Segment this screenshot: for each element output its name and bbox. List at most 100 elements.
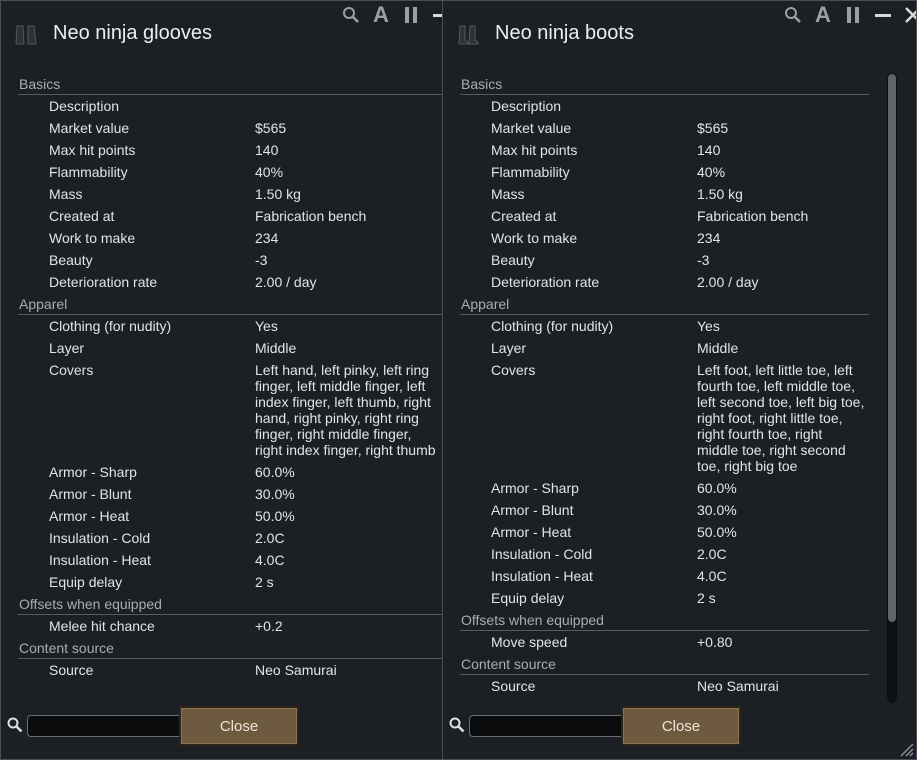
stat-row[interactable]: Move speed +0.80 (443, 631, 869, 653)
stat-row[interactable]: Deterioration rate 2.00 / day (1, 271, 442, 293)
pause-icon[interactable] (399, 3, 423, 27)
stat-label: Armor - Blunt (491, 502, 574, 518)
font-size-toggle[interactable]: A (369, 3, 393, 27)
stat-value: 2.0C (255, 530, 285, 546)
stat-value: Fabrication bench (697, 208, 809, 224)
stat-row[interactable]: Deterioration rate 2.00 / day (443, 271, 869, 293)
stat-row[interactable]: Insulation - Heat 4.0C (443, 565, 869, 587)
minimize-icon[interactable] (429, 3, 442, 27)
stat-value: Neo Samurai (255, 662, 337, 678)
stat-row[interactable]: Market value $565 (443, 117, 869, 139)
stat-label: Deterioration rate (49, 274, 158, 290)
pause-icon[interactable] (841, 3, 865, 27)
stat-row[interactable]: Clothing (for nudity) Yes (443, 315, 869, 337)
stat-label: Insulation - Heat (49, 552, 151, 568)
stat-row[interactable]: Source Neo Samurai (1, 659, 442, 681)
stat-row[interactable]: Created at Fabrication bench (1, 205, 442, 227)
stat-label: Source (49, 662, 94, 678)
stat-value: 50.0% (697, 524, 737, 540)
stat-row[interactable]: Source Neo Samurai (443, 675, 869, 697)
stat-value: 4.0C (697, 568, 727, 584)
stat-value: 1.50 kg (697, 186, 743, 202)
stat-row[interactable]: Armor - Heat 50.0% (443, 521, 869, 543)
info-window-boots: Neo ninja boots A Basics Description Marke… (442, 0, 917, 760)
stat-row[interactable]: Melee hit chance +0.2 (1, 615, 442, 637)
stat-value: 60.0% (697, 480, 737, 496)
stat-row[interactable]: Market value $565 (1, 117, 442, 139)
close-icon[interactable] (901, 3, 916, 27)
stats-list: Basics Description Market value $565 Max hit… (443, 73, 869, 697)
section-header: Basics (443, 73, 869, 95)
stat-value: 234 (697, 230, 721, 246)
stat-value: 140 (697, 142, 721, 158)
stat-label: Armor - Heat (49, 508, 130, 524)
stat-row[interactable]: Layer Middle (1, 337, 442, 359)
stat-row[interactable]: Armor - Heat 50.0% (1, 505, 442, 527)
stat-row[interactable]: Armor - Blunt 30.0% (443, 499, 869, 521)
stat-row[interactable]: Equip delay 2 s (443, 587, 869, 609)
search-icon[interactable] (339, 3, 363, 27)
stat-row[interactable]: Mass 1.50 kg (1, 183, 442, 205)
stat-row[interactable]: Clothing (for nudity) Yes (1, 315, 442, 337)
stat-row[interactable]: Mass 1.50 kg (443, 183, 869, 205)
stat-value: Fabrication bench (255, 208, 367, 224)
stat-label: Insulation - Cold (491, 546, 593, 562)
stat-row[interactable]: Covers Left hand, left pinky, left ring f… (1, 359, 442, 461)
stat-row[interactable]: Work to make 234 (443, 227, 869, 249)
stat-label: Insulation - Heat (491, 568, 593, 584)
stat-row[interactable]: Covers Left foot, left little toe, left f… (443, 359, 869, 477)
stat-label: Clothing (for nudity) (49, 318, 172, 334)
stat-row[interactable]: Layer Middle (443, 337, 869, 359)
stat-row[interactable]: Created at Fabrication bench (443, 205, 869, 227)
stat-value: Middle (255, 340, 297, 356)
font-size-toggle[interactable]: A (811, 3, 835, 27)
stat-row[interactable]: Beauty -3 (443, 249, 869, 271)
stat-row[interactable]: Insulation - Cold 2.0C (443, 543, 869, 565)
stat-row[interactable]: Flammability 40% (1, 161, 442, 183)
stat-row[interactable]: Max hit points 140 (1, 139, 442, 161)
stat-label: Armor - Sharp (49, 464, 137, 480)
stat-label: Max hit points (49, 142, 136, 158)
search-input[interactable] (469, 715, 629, 737)
stat-label: Created at (49, 208, 115, 224)
stat-value: 2 s (697, 590, 716, 606)
search-input[interactable] (27, 715, 187, 737)
stat-row[interactable]: Description (443, 95, 869, 117)
stat-row[interactable]: Description (1, 95, 442, 117)
stat-label: Layer (49, 340, 85, 356)
stat-value: 2 s (255, 574, 274, 590)
stat-row[interactable]: Armor - Blunt 30.0% (1, 483, 442, 505)
search-icon[interactable] (781, 3, 805, 27)
stat-label: Covers (491, 362, 536, 378)
stat-row[interactable]: Armor - Sharp 60.0% (443, 477, 869, 499)
stat-label: Max hit points (491, 142, 578, 158)
stat-label: Layer (491, 340, 527, 356)
resize-grip-icon[interactable] (898, 741, 914, 757)
close-button[interactable]: Close (621, 706, 741, 746)
stat-value: +0.2 (255, 618, 283, 634)
scrollbar-thumb[interactable] (888, 74, 896, 622)
close-button[interactable]: Close (179, 706, 299, 746)
stat-row[interactable]: Insulation - Cold 2.0C (1, 527, 442, 549)
stat-row[interactable]: Work to make 234 (1, 227, 442, 249)
stat-row[interactable]: Armor - Sharp 60.0% (1, 461, 442, 483)
stat-label: Move speed (491, 634, 568, 650)
stat-label: Mass (49, 186, 83, 202)
stat-row[interactable]: Equip delay 2 s (1, 571, 442, 593)
stat-label: Beauty (49, 252, 93, 268)
stat-label: Market value (49, 120, 130, 136)
stat-row[interactable]: Max hit points 140 (443, 139, 869, 161)
stat-row[interactable]: Flammability 40% (443, 161, 869, 183)
minimize-icon[interactable] (871, 3, 895, 27)
stat-label: Armor - Blunt (49, 486, 132, 502)
info-window-gloves: Neo ninja glooves A Basics Description Mar… (0, 0, 443, 760)
stat-value: 60.0% (255, 464, 295, 480)
stat-value: 2.00 / day (697, 274, 759, 290)
section-header: Offsets when equipped (1, 593, 442, 615)
stat-label: Flammability (49, 164, 128, 180)
stat-value: +0.80 (697, 634, 733, 650)
stat-label: Insulation - Cold (49, 530, 151, 546)
stat-row[interactable]: Insulation - Heat 4.0C (1, 549, 442, 571)
stat-row[interactable]: Beauty -3 (1, 249, 442, 271)
stat-value: $565 (697, 120, 729, 136)
